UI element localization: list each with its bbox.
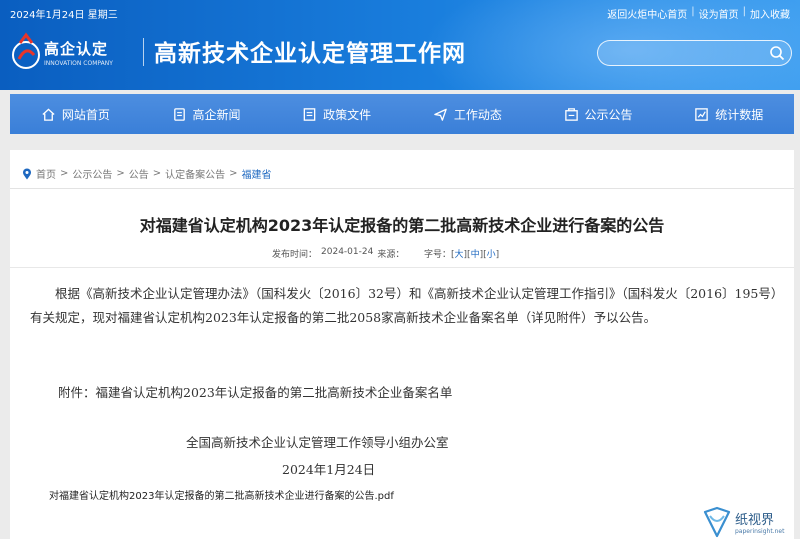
- send-icon: [434, 108, 447, 121]
- site-header: 2024年1月24日 星期三 返回火炬中心首页 | 设为首页 | 加入收藏 高企…: [0, 0, 800, 90]
- publish-date: 2024-01-24: [321, 247, 374, 257]
- logo-emblem-icon: [12, 32, 40, 69]
- article-meta: 发布时间： 2024-01-24 来源：: [272, 247, 404, 260]
- logo-en: INNOVATION COMPANY: [44, 59, 113, 67]
- nav-label: 政策文件: [323, 107, 372, 122]
- logo-text: 高企认定 INNOVATION COMPANY: [44, 38, 113, 67]
- breadcrumb-sep: >: [152, 168, 162, 179]
- nav-label: 网站首页: [61, 107, 110, 122]
- breadcrumb-notice[interactable]: 公告: [129, 166, 149, 181]
- pdf-attachment-link[interactable]: 对福建省认定机构2023年认定报备的第二批高新技术企业进行备案的公告.pdf: [49, 487, 394, 502]
- logo-divider: [143, 38, 144, 66]
- logo-cn: 高企认定: [44, 39, 109, 58]
- nav-item-home[interactable]: 网站首页: [10, 94, 141, 134]
- notice-icon: [564, 107, 578, 121]
- font-size-large[interactable]: 大: [455, 250, 464, 260]
- nav-label: 高企新闻: [192, 107, 241, 122]
- chart-icon: [695, 107, 708, 121]
- watermark-text: 纸视界 paperinsight.net: [735, 509, 784, 535]
- nav-label: 统计数据: [715, 107, 764, 122]
- sign-date: 2024年1月24日: [282, 462, 376, 477]
- article-title: 对福建省认定机构2023年认定报备的第二批高新技术企业进行备案的公告: [139, 216, 665, 235]
- current-date: 2024年1月24日 星期三: [10, 10, 118, 21]
- nav-item-policy[interactable]: 政策文件: [271, 94, 402, 134]
- search-box: [597, 40, 792, 66]
- watermark-en: paperinsight.net: [735, 527, 785, 535]
- top-links: 返回火炬中心首页 | 设为首页 | 加入收藏: [607, 6, 790, 21]
- watermark-cn: 纸视界: [735, 512, 775, 528]
- news-icon: [173, 107, 185, 121]
- nav-label: 工作动态: [453, 107, 502, 122]
- breadcrumb-sep: >: [60, 168, 69, 179]
- breadcrumb-fujian[interactable]: 福建省: [242, 166, 272, 181]
- nav-item-news[interactable]: 高企新闻: [141, 94, 272, 134]
- nav-label: 公示公告: [584, 107, 633, 122]
- main-nav: 网站首页 高企新闻 政策文件 工作动态 公示公告 统计数据: [10, 94, 794, 134]
- separator: |: [691, 6, 695, 17]
- divider: [10, 188, 794, 189]
- search-input[interactable]: [608, 45, 758, 61]
- breadcrumb-sep: >: [229, 168, 238, 179]
- divider: [10, 267, 794, 268]
- font-size-control: 字号：[大][中][小]: [424, 250, 500, 260]
- link-set-home[interactable]: 设为首页: [699, 6, 739, 21]
- publish-label: 发布时间：: [272, 250, 318, 260]
- attachment-note: 附件：福建省认定机构2023年认定报备的第二批高新技术企业备案名单: [58, 385, 453, 400]
- search-icon[interactable]: [769, 45, 785, 61]
- separator: |: [742, 6, 746, 17]
- font-size-small[interactable]: 小: [487, 250, 496, 260]
- link-add-favorite[interactable]: 加入收藏: [750, 6, 790, 21]
- font-size-medium[interactable]: 中: [471, 250, 480, 260]
- link-torch-home[interactable]: 返回火炬中心首页: [607, 6, 687, 21]
- article-panel: 首页 > 公示公告 > 公告 > 认定备案公告 > 福建省 对福建省认定机构20…: [10, 150, 794, 539]
- location-pin-icon: [23, 168, 31, 179]
- watermark-logo-icon: [703, 506, 731, 537]
- breadcrumb-sep: >: [116, 168, 125, 179]
- site-logo[interactable]: 高企认定 INNOVATION COMPANY: [10, 30, 138, 74]
- nav-item-stats[interactable]: 统计数据: [663, 94, 794, 134]
- site-title: 高新技术企业认定管理工作网: [154, 40, 466, 67]
- nav-item-notice[interactable]: 公示公告: [533, 94, 664, 134]
- font-size-label: 字号：: [424, 250, 452, 260]
- breadcrumb-filing-notice[interactable]: 认定备案公告: [165, 166, 225, 181]
- source-label: 来源：: [377, 250, 405, 260]
- nav-item-work[interactable]: 工作动态: [402, 94, 533, 134]
- folder-icon: [303, 107, 316, 121]
- article-body: 根据《高新技术企业认定管理办法》（国科发火〔2016〕32号）和《高新技术企业认…: [30, 286, 778, 325]
- home-icon: [42, 107, 55, 121]
- breadcrumb-public-notice[interactable]: 公示公告: [72, 166, 112, 181]
- breadcrumb-home[interactable]: 首页: [36, 166, 56, 181]
- breadcrumb: 首页 > 公示公告 > 公告 > 认定备案公告 > 福建省: [22, 166, 272, 181]
- issuer-signature: 全国高新技术企业认定管理工作领导小组办公室: [186, 435, 449, 450]
- watermark: 纸视界 paperinsight.net: [702, 504, 800, 539]
